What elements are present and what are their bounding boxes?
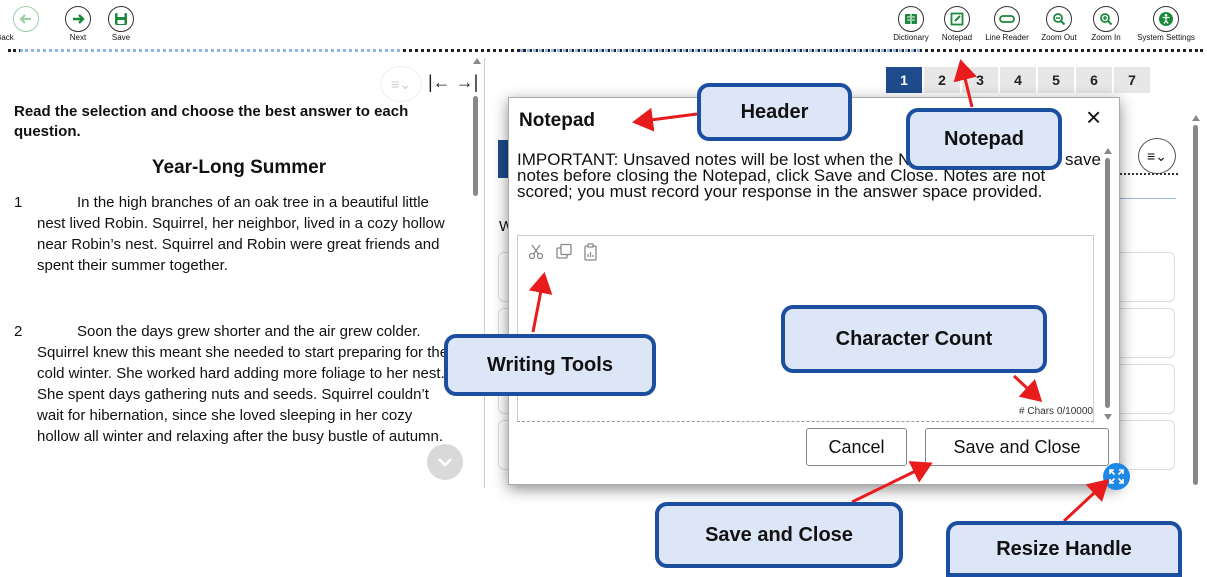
- callout-writing-tools: Writing Tools: [444, 334, 656, 396]
- resize-handle-arrow: [1062, 478, 1110, 523]
- writing-tools-arrow: [528, 272, 553, 333]
- header-arrow: [632, 107, 698, 132]
- callout-notepad: Notepad: [906, 108, 1062, 170]
- callout-header: Header: [697, 83, 852, 141]
- callout-arrows: [528, 59, 1110, 523]
- callout-save-and-close: Save and Close: [655, 502, 903, 568]
- character-count-arrow: [1012, 374, 1043, 403]
- save-and-close-arrow: [851, 461, 933, 504]
- callout-character-count: Character Count: [781, 305, 1047, 373]
- callout-resize-handle: Resize Handle: [946, 521, 1182, 577]
- notepad-arrow: [953, 59, 977, 108]
